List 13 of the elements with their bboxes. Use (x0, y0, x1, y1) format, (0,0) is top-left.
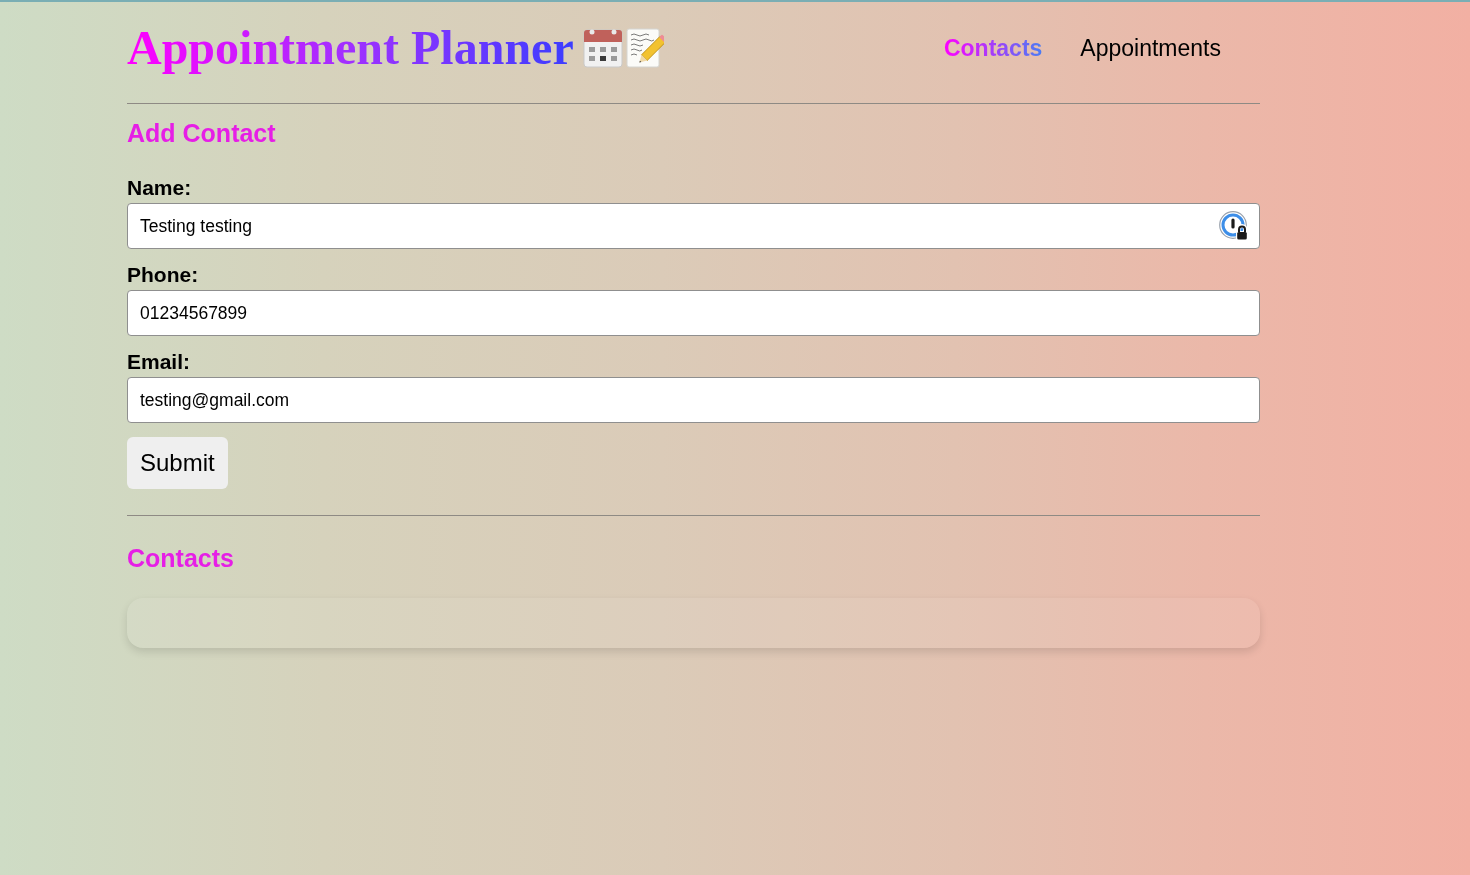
nav-link[interactable]: Appointments (1080, 34, 1221, 62)
memo-pencil-icon (625, 28, 664, 68)
text-input[interactable]: 01234567899 (127, 290, 1260, 336)
text-input[interactable]: Testing testing (127, 203, 1260, 249)
field-label: Phone: (127, 263, 199, 287)
lock-icon[interactable] (1219, 211, 1249, 241)
field-label: Email: (127, 350, 191, 374)
text-input[interactable]: testing@gmail.com (127, 377, 1260, 423)
calendar-icon (582, 28, 623, 68)
section-heading: Add Contact (127, 118, 277, 148)
section-heading: Contacts (127, 543, 235, 573)
field-label: Name: (127, 176, 192, 200)
submit-button[interactable]: Submit (127, 437, 228, 489)
